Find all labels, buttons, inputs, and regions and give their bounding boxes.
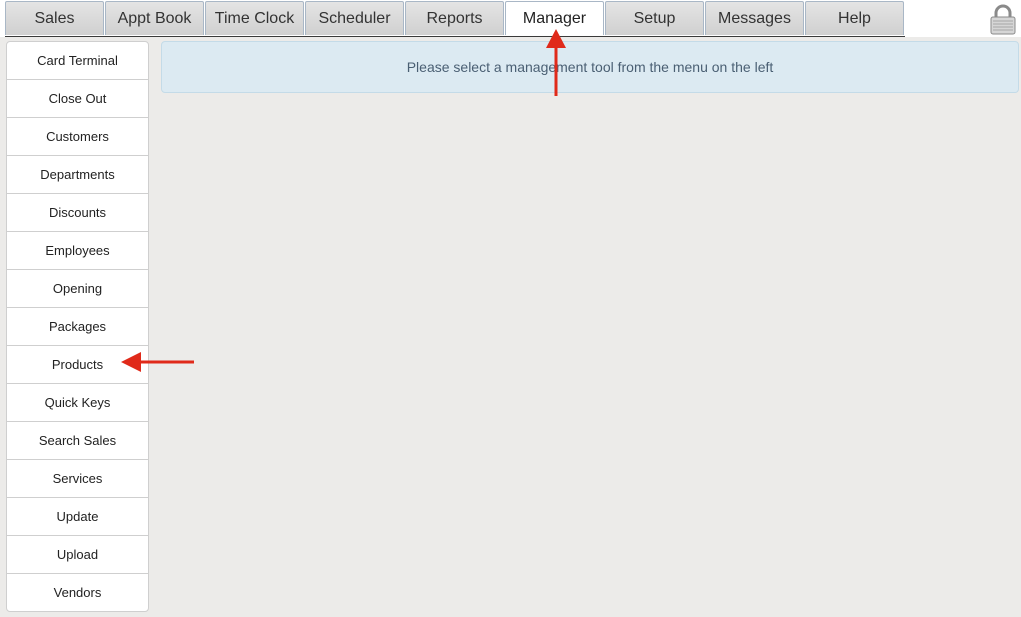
sidebar-item-opening[interactable]: Opening bbox=[7, 270, 148, 308]
notice-message: Please select a management tool from the… bbox=[406, 59, 774, 75]
info-notice: Please select a management tool from the… bbox=[161, 41, 1019, 93]
sidebar-item-quick-keys[interactable]: Quick Keys bbox=[7, 384, 148, 422]
tab-manager[interactable]: Manager bbox=[505, 1, 604, 35]
tab-help[interactable]: Help bbox=[805, 1, 904, 35]
sidebar-item-products[interactable]: Products bbox=[7, 346, 148, 384]
top-bar: Sales Appt Book Time Clock Scheduler Rep… bbox=[0, 0, 1021, 37]
sidebar-item-services[interactable]: Services bbox=[7, 460, 148, 498]
tab-setup[interactable]: Setup bbox=[605, 1, 704, 35]
manager-sidebar-menu: Card Terminal Close Out Customers Depart… bbox=[6, 41, 149, 612]
sidebar-item-departments[interactable]: Departments bbox=[7, 156, 148, 194]
sidebar-item-update[interactable]: Update bbox=[7, 498, 148, 536]
sidebar-item-employees[interactable]: Employees bbox=[7, 232, 148, 270]
tab-time-clock[interactable]: Time Clock bbox=[205, 1, 304, 35]
sidebar-item-discounts[interactable]: Discounts bbox=[7, 194, 148, 232]
sidebar-item-packages[interactable]: Packages bbox=[7, 308, 148, 346]
sidebar-item-search-sales[interactable]: Search Sales bbox=[7, 422, 148, 460]
tab-sales[interactable]: Sales bbox=[5, 1, 104, 35]
tab-scheduler[interactable]: Scheduler bbox=[305, 1, 404, 35]
sidebar-item-card-terminal[interactable]: Card Terminal bbox=[7, 42, 148, 80]
tab-appt-book[interactable]: Appt Book bbox=[105, 1, 204, 35]
tab-messages[interactable]: Messages bbox=[705, 1, 804, 35]
sidebar-item-customers[interactable]: Customers bbox=[7, 118, 148, 156]
tab-reports[interactable]: Reports bbox=[405, 1, 504, 35]
lock-icon[interactable] bbox=[988, 3, 1018, 35]
sidebar-item-upload[interactable]: Upload bbox=[7, 536, 148, 574]
sidebar-item-vendors[interactable]: Vendors bbox=[7, 574, 148, 611]
main-tab-bar: Sales Appt Book Time Clock Scheduler Rep… bbox=[5, 1, 905, 37]
sidebar-item-close-out[interactable]: Close Out bbox=[7, 80, 148, 118]
